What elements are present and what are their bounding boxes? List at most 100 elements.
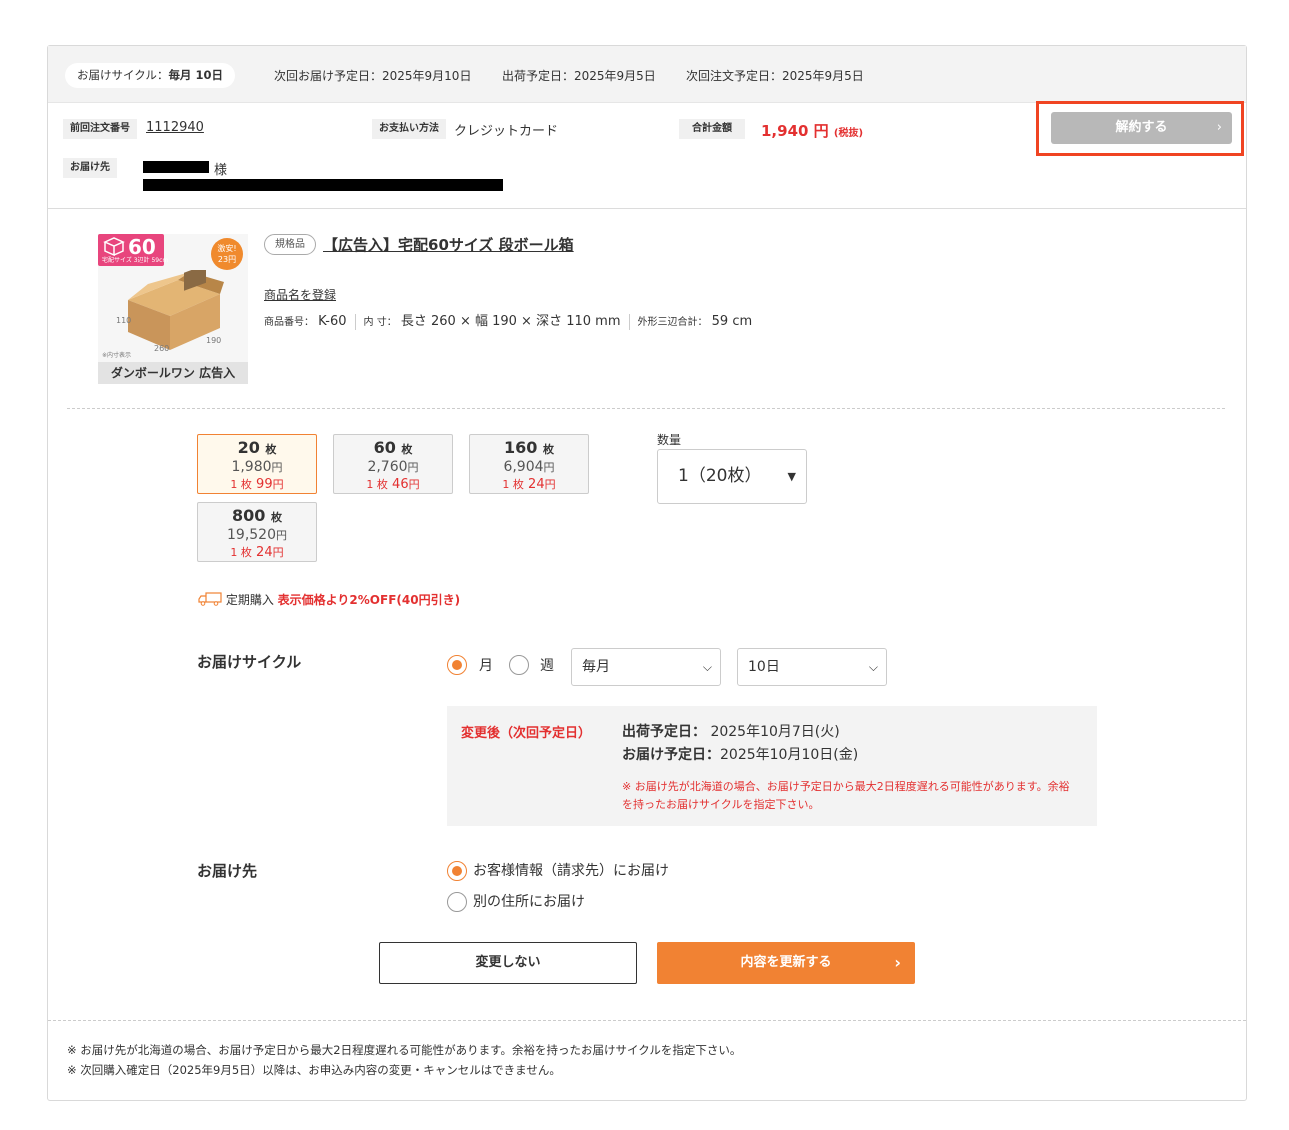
cancel-button-label: 解約する [1115, 120, 1168, 135]
kikaku-badge: 規格品 [264, 234, 316, 255]
inner-size-note: ※内寸表示 [102, 352, 132, 359]
code-label: 商品番号： [264, 317, 314, 328]
radio-other-address[interactable] [447, 892, 467, 912]
option-price: 1,980円 [198, 459, 316, 476]
cycle-pill-value: 毎月 10日 [168, 68, 223, 82]
option-per-yen: 円 [272, 478, 284, 491]
subscription-card: お届けサイクル：毎月 10日 次回お届け予定日：2025年9月10日 出荷予定日… [47, 45, 1247, 1101]
option-yen: 円 [271, 461, 283, 474]
ship-date: 出荷予定日：2025年9月5日 [502, 69, 656, 83]
prev-order-label: 前回注文番号 [63, 119, 137, 139]
option-price-value: 6,904 [503, 459, 544, 475]
size-badge: 60 宅配サイズ 3辺計 59cm [98, 234, 168, 266]
chevron-down-icon: ⌵ [702, 660, 712, 674]
cheap-badge: 激安! 23円 [211, 238, 243, 270]
option-per-value: 24 [256, 545, 273, 560]
radio-customer-address[interactable] [447, 861, 467, 881]
radio-month-label: 月 [479, 658, 493, 674]
product-specs: 商品番号： K-60 内 寸： 長さ 260 × 幅 190 × 深さ 110 m… [264, 310, 752, 330]
outer-value: 59 cm [711, 314, 753, 329]
new-ship-label: 出荷予定日： [622, 724, 706, 740]
total-label: 合計金額 [679, 119, 745, 139]
quantity-option-60[interactable]: 60 枚 2,760円 1 枚 46円 [333, 434, 453, 494]
option-unit: 枚 [401, 443, 413, 456]
radio-customer-address-label: お客様情報（請求先）にお届け [473, 863, 669, 879]
new-ship-date: 出荷予定日： 2025年10月7日(火) [622, 721, 840, 741]
option-per-value: 99 [256, 477, 273, 492]
option-per-label: 1 枚 [366, 478, 388, 491]
next-delivery-date: 次回お届け予定日：2025年9月10日 [274, 69, 472, 83]
total-value: 1,940 円 [761, 122, 829, 140]
redacted-name [143, 161, 209, 173]
quantity-value: 1（20枚） [678, 466, 762, 486]
new-delivery-value: 2025年10月10日(金) [720, 747, 859, 763]
option-price-value: 19,520 [227, 527, 276, 543]
radio-month[interactable] [447, 655, 467, 675]
cycle-period-value: 毎月 [582, 659, 610, 675]
cycle-day-value: 10日 [748, 659, 780, 675]
cycle-period-select[interactable]: 毎月 ⌵ [571, 648, 721, 686]
quantity-option-160[interactable]: 160 枚 6,904円 1 枚 24円 [469, 434, 589, 494]
payment-label: お支払い方法 [372, 119, 446, 139]
chevron-down-icon: ⌵ [868, 660, 878, 674]
option-qty: 160 枚 [470, 439, 588, 459]
changed-title: 変更後（次回予定日） [461, 726, 592, 741]
register-name-link[interactable]: 商品名を登録 [264, 286, 336, 303]
radio-other-address-label: 別の住所にお届け [473, 894, 585, 910]
option-per-value: 24 [528, 477, 545, 492]
quantity-option-800[interactable]: 800 枚 19,520円 1 枚 24円 [197, 502, 317, 562]
next-order-date: 次回注文予定日：2025年9月5日 [686, 69, 864, 83]
quantity-option-20[interactable]: 20 枚 1,980円 1 枚 99円 [197, 434, 317, 494]
prev-order-link[interactable]: 1112940 [146, 120, 204, 135]
teiki-label: 定期購入 [225, 593, 274, 607]
cycle-day-select[interactable]: 10日 ⌵ [737, 648, 887, 686]
destination-label: お届け先 [63, 158, 117, 178]
cheap-badge-text: 激安! [217, 244, 237, 253]
product-code: K-60 [318, 314, 347, 329]
spec-divider [628, 313, 630, 330]
update-button-label: 内容を更新する [740, 955, 832, 970]
subscription-discount: 定期購入 表示価格より2%OFF(40円引き) [198, 591, 460, 608]
cycle-pill: お届けサイクル：毎月 10日 [65, 63, 235, 88]
option-unit: 枚 [542, 443, 554, 456]
option-qty-value: 800 [232, 506, 266, 525]
option-qty: 800 枚 [198, 507, 316, 527]
chevron-right-icon: › [1216, 120, 1222, 135]
new-delivery-label: お届け予定日： [622, 747, 720, 763]
chevron-right-icon: › [894, 953, 901, 972]
update-button[interactable]: 内容を更新する › [657, 942, 915, 984]
truck-icon [198, 592, 222, 606]
outer-label: 外形三辺合計： [637, 317, 708, 328]
option-yen: 円 [543, 461, 555, 474]
destination-section-title: お届け先 [197, 862, 258, 880]
option-per-label: 1 枚 [502, 478, 524, 491]
option-unit-price: 1 枚 24円 [470, 476, 588, 493]
radio-week[interactable] [509, 655, 529, 675]
cycle-pill-sep: ： [156, 68, 169, 82]
product-title-link[interactable]: 【広告入】宅配60サイズ 段ボール箱 [323, 234, 574, 255]
subscription-header: お届けサイクル：毎月 10日 次回お届け予定日：2025年9月10日 出荷予定日… [48, 46, 1246, 103]
cancel-subscription-button[interactable]: 解約する › [1051, 112, 1232, 144]
option-unit: 枚 [265, 443, 277, 456]
product-image: 60 宅配サイズ 3辺計 59cm 激安! 23円 110 260 190 ※内寸… [98, 234, 248, 384]
option-price-value: 2,760 [367, 459, 408, 475]
option-qty: 60 枚 [334, 439, 452, 459]
total-tax: (税抜) [833, 128, 864, 139]
dashed-divider [48, 1020, 1246, 1021]
new-ship-value: 2025年10月7日(火) [710, 724, 840, 740]
option-per-label: 1 枚 [230, 478, 252, 491]
changed-dates-panel: 変更後（次回予定日） 出荷予定日： 2025年10月7日(火) お届け予定日：2… [447, 706, 1097, 826]
new-delivery-date: お届け予定日：2025年10月10日(金) [622, 744, 858, 764]
option-unit-price: 1 枚 46円 [334, 476, 452, 493]
quantity-select[interactable]: 1（20枚） ▼ [657, 449, 807, 504]
honorific: 様 [214, 163, 228, 178]
option-per-yen: 円 [272, 546, 284, 559]
total-amount: 1,940 円 (税抜) [761, 120, 863, 141]
quantity-label: 数量 [657, 433, 682, 447]
inner-value: 長さ 260 × 幅 190 × 深さ 110 mm [400, 314, 621, 329]
keep-button[interactable]: 変更しない [379, 942, 637, 984]
redacted-address [143, 179, 503, 191]
option-per-value: 46 [392, 477, 409, 492]
option-per-yen: 円 [408, 478, 420, 491]
option-price: 2,760円 [334, 459, 452, 476]
